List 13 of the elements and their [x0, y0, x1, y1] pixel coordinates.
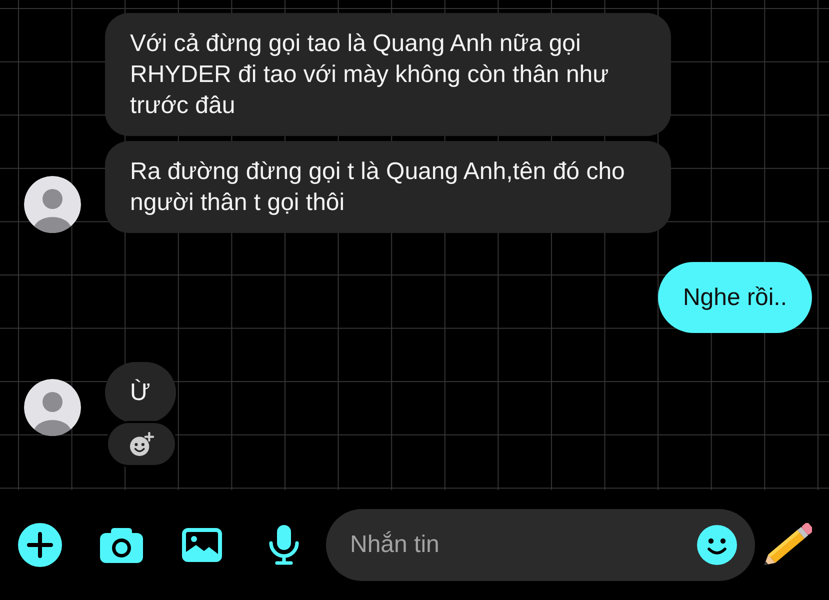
message-input[interactable]: Nhắn tin — [326, 509, 755, 581]
received-message: Ra đường đừng gọi t là Quang Anh,tên đó cho người thân t gọi thôi — [105, 141, 671, 233]
camera-icon[interactable] — [100, 528, 143, 562]
sent-message: Nghe rồi.. — [658, 262, 812, 333]
smiley-icon[interactable] — [697, 525, 737, 565]
received-message: Với cả đừng gọi tao là Quang Anh nữa gọi RHYDER đi tao với mày không còn thân như trước đâu — [105, 13, 671, 136]
received-message: Ừ — [105, 362, 176, 423]
emoji-add-icon — [129, 432, 154, 456]
image-icon[interactable] — [182, 528, 222, 562]
plus-circle-icon[interactable] — [18, 523, 62, 567]
add-reaction-button[interactable] — [106, 421, 177, 467]
pencil-icon[interactable] — [763, 522, 812, 568]
microphone-icon[interactable] — [268, 525, 300, 565]
